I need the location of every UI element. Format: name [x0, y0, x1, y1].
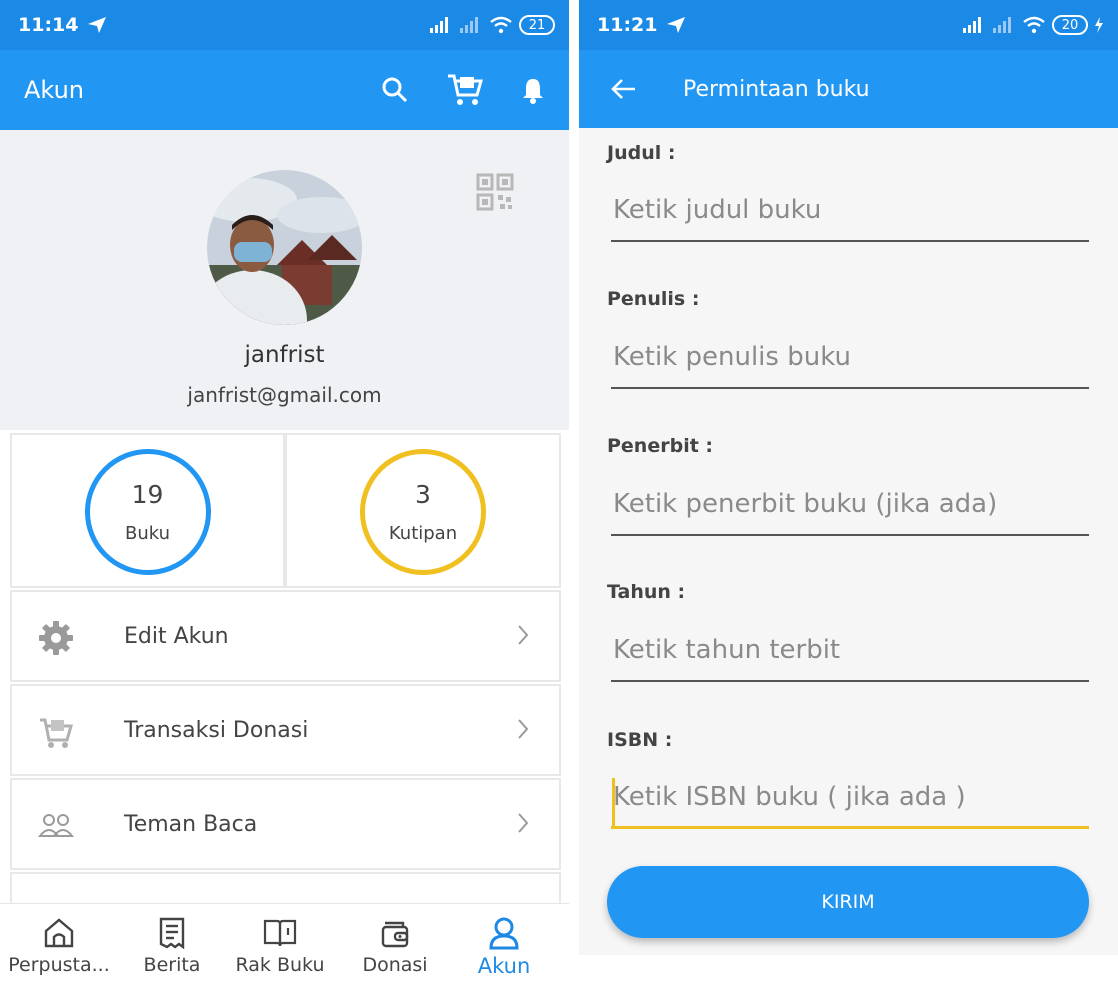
- signal-weak-icon: [460, 17, 478, 33]
- year-label: Tahun :: [607, 581, 686, 603]
- nav-label: Akun: [477, 954, 531, 978]
- user-email: janfrist@gmail.com: [187, 383, 382, 407]
- publisher-label: Penerbit :: [607, 435, 714, 457]
- signal-icon: [430, 17, 448, 33]
- nav-label: Donasi: [362, 954, 428, 976]
- nav-item-donation[interactable]: Donasi: [350, 904, 440, 985]
- title-input[interactable]: [611, 180, 1089, 242]
- nav-label: Perpusta...: [8, 954, 110, 976]
- author-input[interactable]: [611, 327, 1089, 389]
- qr-code-icon[interactable]: [476, 173, 514, 211]
- battery-indicator: 21: [519, 15, 555, 35]
- status-bar: 11:21 20: [579, 0, 1118, 50]
- book-icon: [263, 916, 297, 950]
- title-label: Judul :: [607, 142, 676, 164]
- user-icon: [487, 916, 521, 950]
- nav-label: Rak Buku: [235, 954, 325, 976]
- app-bar: Permintaan buku: [579, 50, 1118, 128]
- page-title: Akun: [24, 76, 84, 104]
- signal-icon: [963, 17, 981, 33]
- menu-item-label: Edit Akun: [124, 623, 229, 649]
- year-input[interactable]: [611, 620, 1089, 682]
- news-icon: [155, 916, 189, 950]
- back-arrow-icon[interactable]: [611, 78, 637, 100]
- bottom-nav: Perpusta... Berita Rak Buku Donasi Akun: [0, 903, 569, 985]
- nav-item-news[interactable]: Berita: [130, 904, 214, 985]
- nav-item-library[interactable]: Perpusta...: [4, 904, 114, 985]
- menu-item-label: Teman Baca: [124, 811, 258, 837]
- location-arrow-icon: [88, 17, 107, 33]
- isbn-label: ISBN :: [607, 729, 673, 751]
- cart-icon[interactable]: [447, 73, 485, 107]
- account-screen: 11:14 21 Akun janfrist janfrist@gmail.co…: [0, 0, 569, 985]
- gear-icon: [36, 618, 76, 658]
- charging-icon: [1095, 17, 1103, 33]
- status-time: 11:14: [18, 14, 79, 36]
- nav-label: Berita: [143, 954, 201, 976]
- menu-item-label: Transaksi Donasi: [124, 717, 309, 743]
- stat-label: Buku: [124, 523, 171, 544]
- stat-circle-quotes: 3 Kutipan: [360, 449, 486, 575]
- home-icon: [42, 916, 76, 950]
- stat-card-books[interactable]: 19 Buku: [10, 433, 285, 588]
- nav-item-bookshelf[interactable]: Rak Buku: [228, 904, 332, 985]
- status-time: 11:21: [597, 14, 658, 36]
- submit-button[interactable]: KIRIM: [607, 866, 1089, 938]
- stat-circle-books: 19 Buku: [84, 449, 211, 575]
- author-label: Penulis :: [607, 288, 700, 310]
- stat-label: Kutipan: [388, 523, 458, 544]
- menu-item-reading-friends[interactable]: Teman Baca: [10, 778, 561, 870]
- people-icon: [36, 806, 76, 846]
- cart-icon: [36, 712, 76, 752]
- avatar[interactable]: [207, 170, 362, 325]
- battery-indicator: 20: [1052, 15, 1088, 35]
- stat-value: 19: [131, 480, 164, 509]
- stat-value: 3: [415, 480, 431, 509]
- book-request-screen: 11:21 20 Permintaan buku Judul : Penulis…: [579, 0, 1118, 955]
- chevron-right-icon: [518, 719, 529, 739]
- isbn-input[interactable]: [611, 767, 1089, 829]
- bell-icon[interactable]: [521, 76, 545, 104]
- page-title: Permintaan buku: [683, 76, 870, 102]
- stat-card-quotes[interactable]: 3 Kutipan: [285, 433, 561, 588]
- wallet-icon: [378, 916, 412, 950]
- user-name: janfrist: [244, 342, 325, 368]
- text-cursor: [612, 778, 615, 828]
- menu-item-donation-transactions[interactable]: Transaksi Donasi: [10, 684, 561, 776]
- nav-item-account[interactable]: Akun: [462, 904, 546, 985]
- location-arrow-icon: [667, 17, 686, 33]
- chevron-right-icon: [518, 813, 529, 833]
- app-bar: Akun: [0, 50, 569, 130]
- menu-item-edit-account[interactable]: Edit Akun: [10, 590, 561, 682]
- status-bar: 11:14 21: [0, 0, 569, 50]
- search-icon[interactable]: [381, 76, 409, 104]
- wifi-icon: [1023, 16, 1045, 34]
- publisher-input[interactable]: [611, 474, 1089, 536]
- wifi-icon: [490, 16, 512, 34]
- chevron-right-icon: [518, 625, 529, 645]
- signal-weak-icon: [993, 17, 1011, 33]
